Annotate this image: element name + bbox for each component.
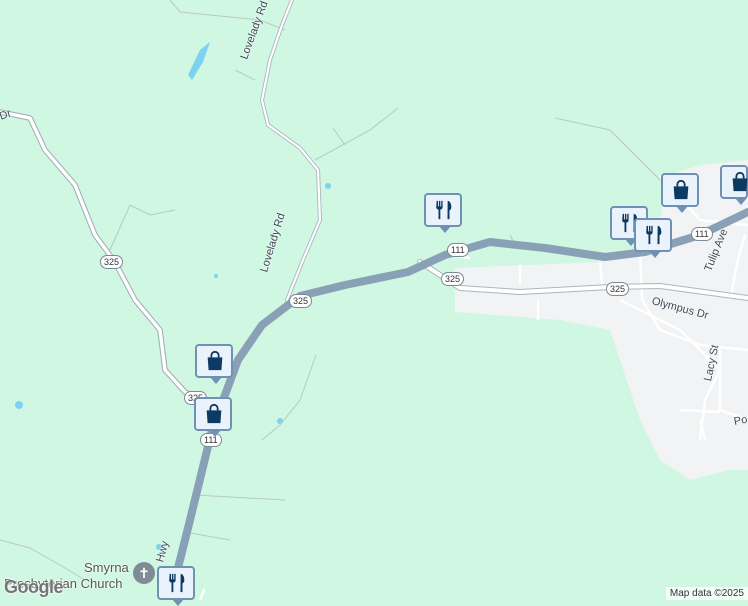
route-shield-325: 325	[100, 255, 124, 269]
route-shield-111: 111	[447, 243, 469, 257]
poi-label-church-line1: Smyrna	[84, 560, 129, 575]
shopping-marker[interactable]	[195, 344, 233, 384]
route-shield-111: 111	[691, 227, 713, 241]
google-logo[interactable]: Google	[4, 577, 64, 598]
church-icon[interactable]: ✝	[133, 562, 155, 584]
shopping-marker[interactable]	[661, 173, 699, 213]
shopping-bag-icon	[206, 403, 222, 424]
restaurant-icon	[436, 200, 452, 220]
restaurant-icon	[646, 225, 662, 245]
restaurant-marker[interactable]	[424, 193, 462, 233]
route-shield-325: 325	[606, 282, 630, 296]
shopping-marker[interactable]	[194, 397, 232, 437]
map-attribution[interactable]: Map data ©2025	[665, 587, 748, 600]
shopping-bag-icon	[673, 179, 689, 200]
road-label-po: Po	[732, 413, 748, 428]
restaurant-marker[interactable]	[634, 218, 672, 258]
map-canvas[interactable]	[0, 0, 748, 600]
pond	[15, 401, 23, 409]
route-shield-325: 325	[441, 272, 465, 286]
pond	[325, 183, 331, 189]
shopping-marker[interactable]	[720, 165, 748, 205]
route-shield-325: 325	[289, 294, 313, 308]
restaurant-icon	[169, 573, 185, 593]
shopping-bag-icon	[207, 350, 223, 371]
restaurant-marker[interactable]	[157, 566, 195, 606]
pond	[214, 274, 218, 278]
shopping-bag-icon	[732, 171, 748, 192]
